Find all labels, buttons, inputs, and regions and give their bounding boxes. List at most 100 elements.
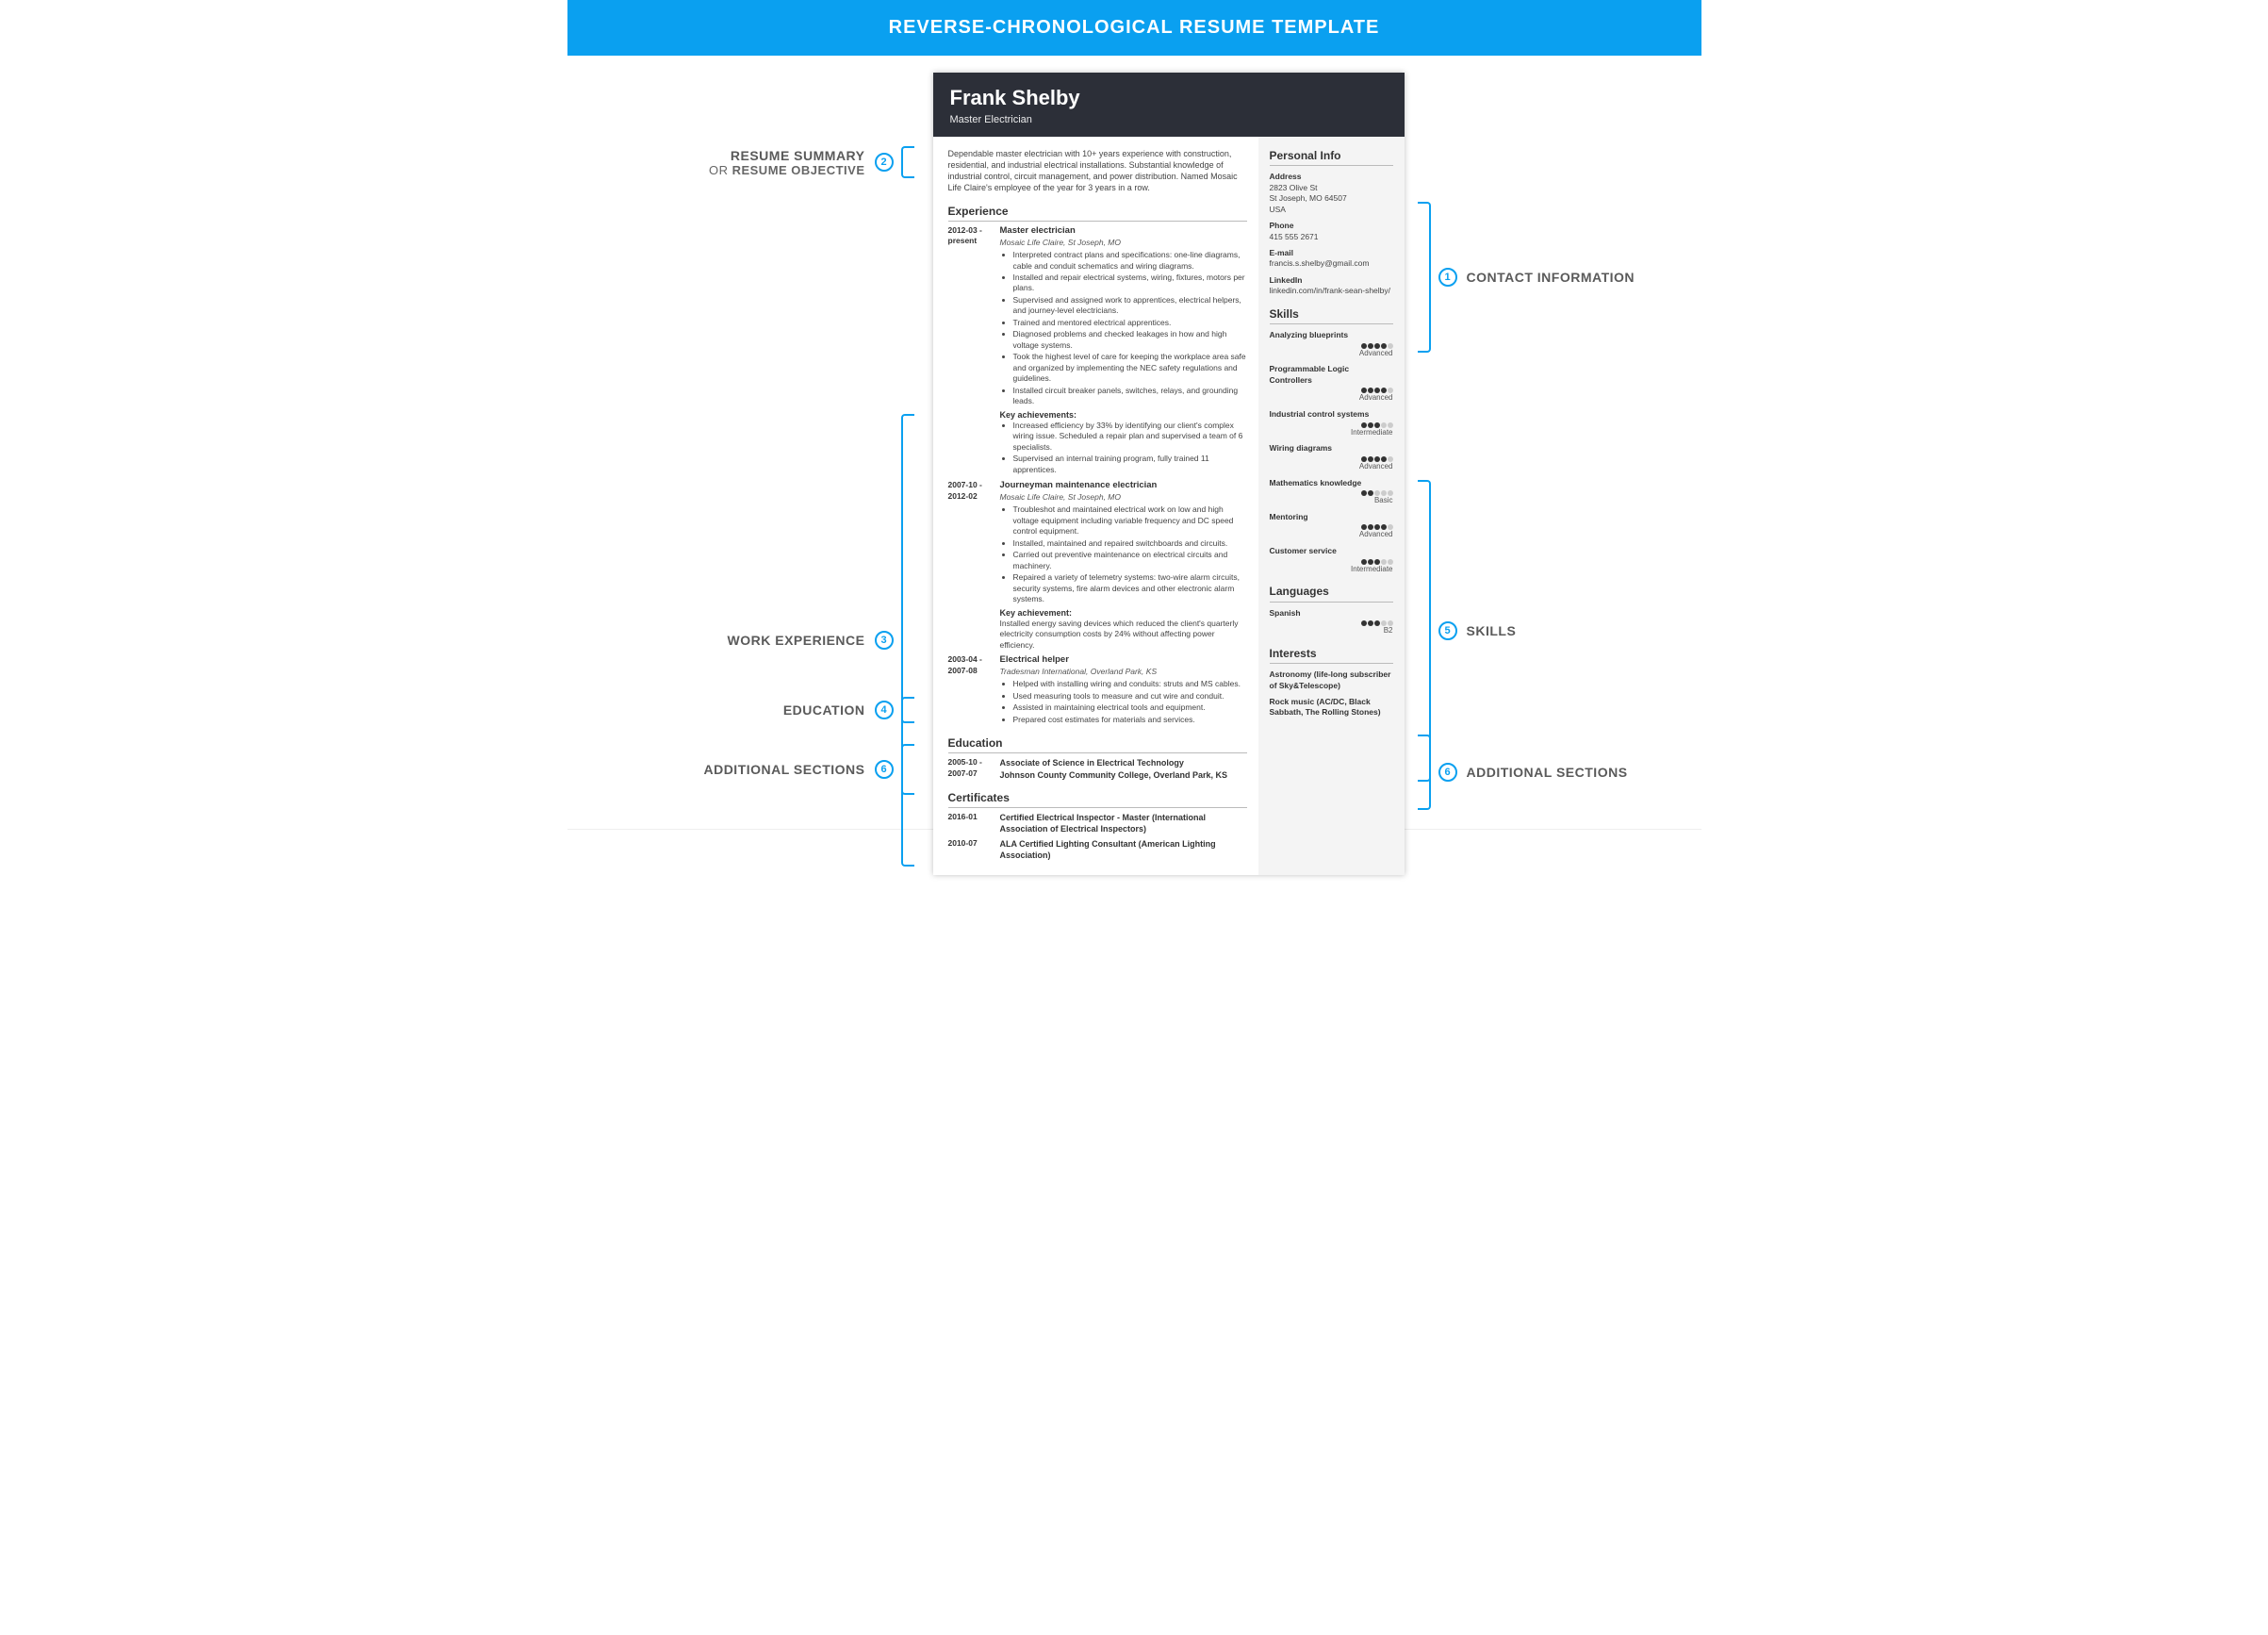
certificate-date: 2016-01 — [948, 812, 1000, 834]
email-value: francis.s.shelby@gmail.com — [1270, 258, 1393, 269]
callout-summary: RESUME SUMMARY OR RESUME OBJECTIVE 2 — [649, 146, 914, 178]
callout-work-num: 3 — [875, 631, 894, 650]
skill-level: Basic — [1270, 496, 1393, 506]
skill-level: Advanced — [1270, 349, 1393, 359]
skill-level: Intermediate — [1270, 428, 1393, 438]
callout-additional-left-label: ADDITIONAL SECTIONS — [684, 762, 865, 777]
skill-name: Mathematics knowledge — [1270, 478, 1393, 488]
job-bullet: Repaired a variety of telemetry systems:… — [1013, 572, 1247, 604]
section-certificates-title: Certificates — [948, 790, 1247, 808]
bracket-icon — [901, 414, 914, 867]
achievement-label: Key achievements: — [1000, 409, 1247, 421]
certificate-entry: 2010-07ALA Certified Lighting Consultant… — [948, 838, 1247, 861]
interest-item: Astronomy (life-long subscriber of Sky&T… — [1270, 669, 1393, 691]
job-role: Journeyman maintenance electrician — [1000, 480, 1247, 492]
callout-additional-right: 6 ADDITIONAL SECTIONS — [1418, 735, 1628, 810]
job-bullet: Prepared cost estimates for materials an… — [1013, 715, 1247, 725]
bracket-icon — [1418, 202, 1431, 353]
section-languages-title: Languages — [1270, 584, 1393, 602]
education-school: Johnson County Community College, Overla… — [1000, 769, 1247, 781]
job-bullet: Used measuring tools to measure and cut … — [1013, 691, 1247, 702]
callout-education: EDUCATION 4 — [770, 697, 914, 723]
job-bullet: Helped with installing wiring and condui… — [1013, 679, 1247, 689]
skill-entry: Wiring diagrams Advanced — [1270, 443, 1393, 471]
skill-name: Mentoring — [1270, 512, 1393, 522]
address-line: 2823 Olive St — [1270, 183, 1393, 193]
section-experience-title: Experience — [948, 204, 1247, 222]
skill-level: Intermediate — [1270, 565, 1393, 575]
resume-side-column: Personal Info Address 2823 Olive St St J… — [1258, 137, 1405, 875]
skill-entry: Mathematics knowledge Basic — [1270, 478, 1393, 506]
skill-dots — [1361, 456, 1393, 462]
address-label: Address — [1270, 172, 1393, 182]
interest-item: Rock music (AC/DC, Black Sabbath, The Ro… — [1270, 697, 1393, 718]
callout-additional-left: ADDITIONAL SECTIONS 6 — [684, 744, 914, 795]
job-bullet: Assisted in maintaining electrical tools… — [1013, 702, 1247, 713]
job-company: Mosaic Life Claire, St Joseph, MO — [1000, 492, 1247, 503]
callout-contact-label: CONTACT INFORMATION — [1467, 270, 1635, 285]
callout-summary-l1: RESUME SUMMARY — [731, 148, 865, 163]
skill-name: Programmable Logic Controllers — [1270, 364, 1393, 386]
callout-work: WORK EXPERIENCE 3 — [709, 414, 914, 867]
linkedin-value: linkedin.com/in/frank-sean-shelby/ — [1270, 286, 1393, 296]
phone-value: 415 555 2671 — [1270, 232, 1393, 242]
skill-name: Industrial control systems — [1270, 409, 1393, 420]
email-label: E-mail — [1270, 248, 1393, 258]
skill-name: Wiring diagrams — [1270, 443, 1393, 454]
job-bullet: Supervised and assigned work to apprenti… — [1013, 295, 1247, 317]
linkedin-label: LinkedIn — [1270, 275, 1393, 286]
resume-document: Frank Shelby Master Electrician Dependab… — [933, 73, 1405, 875]
banner-title: REVERSE-CHRONOLOGICAL RESUME TEMPLATE — [567, 0, 1701, 56]
bracket-icon — [1418, 735, 1431, 810]
certificate-name: ALA Certified Lighting Consultant (Ameri… — [1000, 838, 1247, 861]
skill-dots — [1361, 343, 1393, 349]
skill-entry: SpanishB2 — [1270, 608, 1393, 636]
callout-summary-bold: RESUME OBJECTIVE — [732, 163, 865, 177]
job-company: Tradesman International, Overland Park, … — [1000, 667, 1247, 677]
job-bullet: Trained and mentored electrical apprenti… — [1013, 318, 1247, 328]
callout-work-label: WORK EXPERIENCE — [709, 633, 865, 648]
job-dates: 2003-04 - 2007-08 — [948, 654, 1000, 726]
job-entry: 2003-04 - 2007-08Electrical helperTrades… — [948, 654, 1247, 726]
job-dates: 2012-03 - present — [948, 225, 1000, 476]
section-education-title: Education — [948, 735, 1247, 753]
skill-dots — [1361, 422, 1393, 428]
resume-name: Frank Shelby — [950, 86, 1388, 110]
callout-contact-num: 1 — [1438, 268, 1457, 287]
phone-label: Phone — [1270, 221, 1393, 231]
resume-main-column: Dependable master electrician with 10+ y… — [933, 137, 1258, 875]
canvas: RESUME SUMMARY OR RESUME OBJECTIVE 2 WOR… — [567, 56, 1701, 829]
skill-entry: Mentoring Advanced — [1270, 512, 1393, 540]
education-degree: Associate of Science in Electrical Techn… — [1000, 757, 1247, 768]
resume-summary: Dependable master electrician with 10+ y… — [948, 148, 1247, 194]
callout-additional-left-num: 6 — [875, 760, 894, 779]
skill-name: Analyzing blueprints — [1270, 330, 1393, 340]
section-personal-info-title: Personal Info — [1270, 148, 1393, 166]
job-entry: 2007-10 - 2012-02Journeyman maintenance … — [948, 480, 1247, 651]
job-role: Master electrician — [1000, 225, 1247, 238]
bracket-icon — [901, 744, 914, 795]
job-role: Electrical helper — [1000, 654, 1247, 667]
address-line: St Joseph, MO 64507 — [1270, 193, 1393, 204]
education-entry: 2005-10 - 2007-07 Associate of Science i… — [948, 757, 1247, 780]
skill-dots — [1361, 559, 1393, 565]
resume-job-title: Master Electrician — [950, 114, 1388, 125]
callout-skills-num: 5 — [1438, 621, 1457, 640]
skill-level: Advanced — [1270, 462, 1393, 472]
job-dates: 2007-10 - 2012-02 — [948, 480, 1000, 651]
bracket-icon — [901, 146, 914, 178]
job-bullet: Took the highest level of care for keepi… — [1013, 352, 1247, 384]
achievement-bullet: Increased efficiency by 33% by identifyi… — [1013, 421, 1247, 453]
skill-level: B2 — [1270, 626, 1393, 636]
resume-header: Frank Shelby Master Electrician — [933, 73, 1405, 137]
skill-level: Advanced — [1270, 530, 1393, 540]
skill-entry: Programmable Logic ControllersAdvanced — [1270, 364, 1393, 404]
skill-entry: Industrial control systems Intermediate — [1270, 409, 1393, 438]
callout-additional-right-label: ADDITIONAL SECTIONS — [1467, 765, 1628, 780]
certificate-name: Certified Electrical Inspector - Master … — [1000, 812, 1247, 834]
certificate-entry: 2016-01Certified Electrical Inspector - … — [948, 812, 1247, 834]
callout-skills-label: SKILLS — [1467, 623, 1517, 638]
job-bullet: Interpreted contract plans and specifica… — [1013, 250, 1247, 272]
achievement-label: Key achievement: — [1000, 607, 1247, 619]
skill-entry: Customer serviceIntermediate — [1270, 546, 1393, 574]
